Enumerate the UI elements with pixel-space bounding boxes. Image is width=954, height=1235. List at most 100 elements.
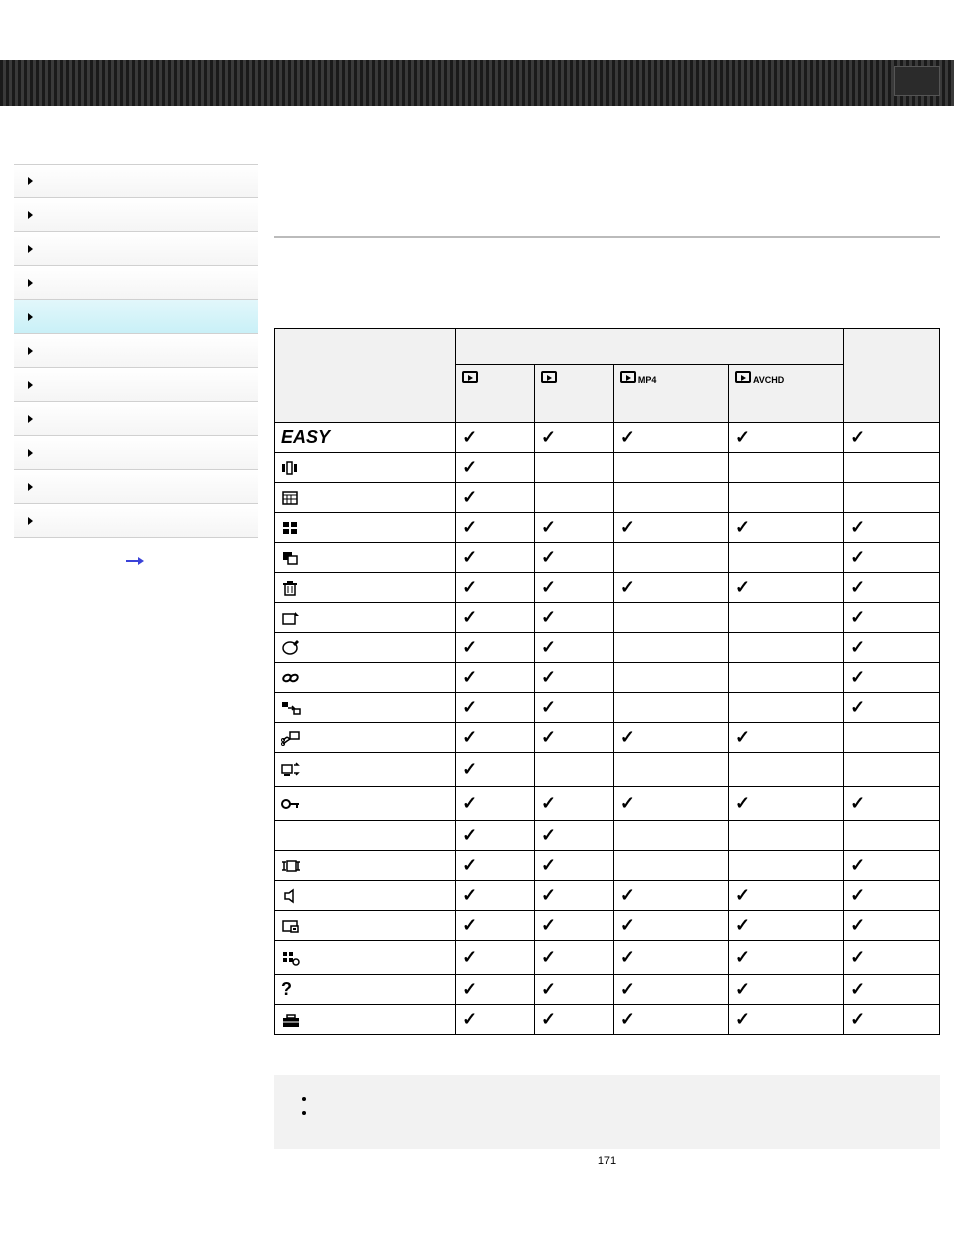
retouch-icon bbox=[281, 640, 301, 656]
trash-icon bbox=[281, 580, 301, 596]
check-icon: ✓ bbox=[541, 979, 556, 999]
check-icon: ✓ bbox=[462, 697, 477, 717]
check-icon: ✓ bbox=[541, 1009, 556, 1029]
check-icon: ✓ bbox=[735, 885, 750, 905]
nav-item-2[interactable] bbox=[14, 232, 258, 266]
table-header-group bbox=[456, 329, 844, 365]
nav-item-0[interactable] bbox=[14, 164, 258, 198]
check-cell: ✓ bbox=[844, 633, 940, 663]
next-page-link[interactable] bbox=[14, 560, 258, 562]
check-icon: ✓ bbox=[462, 517, 477, 537]
check-icon: ✓ bbox=[462, 855, 477, 875]
check-cell: ✓ bbox=[613, 881, 728, 911]
check-icon: ✓ bbox=[541, 427, 556, 447]
check-cell bbox=[728, 821, 843, 851]
header-button[interactable] bbox=[894, 66, 940, 96]
row-label-cell bbox=[275, 787, 456, 821]
video-divide-icon bbox=[281, 730, 301, 746]
check-cell: ✓ bbox=[456, 483, 535, 513]
chevron-right-icon bbox=[28, 211, 33, 219]
check-cell: ✓ bbox=[535, 941, 614, 975]
check-icon: ✓ bbox=[541, 855, 556, 875]
check-icon: ✓ bbox=[850, 697, 865, 717]
check-cell bbox=[728, 693, 843, 723]
check-icon: ✓ bbox=[541, 885, 556, 905]
slideshow-icon bbox=[281, 858, 301, 874]
play-mode-icon bbox=[462, 371, 480, 383]
check-icon: ✓ bbox=[735, 979, 750, 999]
check-cell: ✓ bbox=[456, 723, 535, 753]
check-cell: ✓ bbox=[728, 975, 843, 1005]
check-icon: ✓ bbox=[850, 577, 865, 597]
table-row: EASY✓✓✓✓✓ bbox=[275, 423, 940, 453]
check-cell: ✓ bbox=[456, 753, 535, 787]
table-row: ✓✓✓✓✓ bbox=[275, 881, 940, 911]
note-item bbox=[316, 1105, 916, 1119]
chevron-right-icon bbox=[28, 517, 33, 525]
check-icon: ✓ bbox=[735, 517, 750, 537]
check-cell bbox=[613, 693, 728, 723]
check-icon: ✓ bbox=[541, 825, 556, 845]
check-cell bbox=[728, 603, 843, 633]
table-row: ✓✓✓✓✓ bbox=[275, 513, 940, 543]
play-mode-icon: MP4 bbox=[620, 371, 657, 385]
check-icon: ✓ bbox=[462, 637, 477, 657]
check-cell: ✓ bbox=[613, 975, 728, 1005]
check-cell: ✓ bbox=[535, 975, 614, 1005]
play-mode-icon: AVCHD bbox=[735, 371, 784, 385]
check-cell: ✓ bbox=[535, 663, 614, 693]
check-icon: ✓ bbox=[620, 979, 635, 999]
check-cell: ✓ bbox=[728, 787, 843, 821]
check-cell bbox=[613, 483, 728, 513]
check-icon: ✓ bbox=[462, 793, 477, 813]
check-icon: ✓ bbox=[735, 1009, 750, 1029]
check-cell: ✓ bbox=[456, 821, 535, 851]
check-icon: ✓ bbox=[850, 517, 865, 537]
table-row: ✓ bbox=[275, 483, 940, 513]
table-row: ✓ bbox=[275, 453, 940, 483]
check-cell: ✓ bbox=[613, 911, 728, 941]
print-order-icon bbox=[281, 918, 301, 934]
check-cell bbox=[728, 633, 843, 663]
check-cell bbox=[844, 753, 940, 787]
check-cell: ✓ bbox=[535, 723, 614, 753]
nav-item-4[interactable] bbox=[14, 300, 258, 334]
check-cell bbox=[844, 453, 940, 483]
check-icon: ✓ bbox=[620, 947, 635, 967]
chevron-right-icon bbox=[28, 415, 33, 423]
row-label-cell: EASY bbox=[275, 423, 456, 453]
nav-item-1[interactable] bbox=[14, 198, 258, 232]
check-icon: ✓ bbox=[850, 979, 865, 999]
nav-item-3[interactable] bbox=[14, 266, 258, 300]
check-cell: ✓ bbox=[844, 693, 940, 723]
check-icon: ✓ bbox=[735, 947, 750, 967]
check-icon: ✓ bbox=[541, 793, 556, 813]
check-cell bbox=[535, 483, 614, 513]
nav-item-9[interactable] bbox=[14, 470, 258, 504]
check-icon: ✓ bbox=[462, 667, 477, 687]
check-icon: ✓ bbox=[541, 607, 556, 627]
check-cell: ✓ bbox=[456, 975, 535, 1005]
check-cell: ✓ bbox=[844, 423, 940, 453]
check-cell: ✓ bbox=[456, 941, 535, 975]
nav-item-8[interactable] bbox=[14, 436, 258, 470]
check-icon: ✓ bbox=[462, 457, 477, 477]
check-cell: ✓ bbox=[456, 573, 535, 603]
chevron-right-icon bbox=[28, 245, 33, 253]
check-icon: ✓ bbox=[735, 727, 750, 747]
nav-item-6[interactable] bbox=[14, 368, 258, 402]
check-cell: ✓ bbox=[535, 633, 614, 663]
check-icon: ✓ bbox=[735, 915, 750, 935]
check-icon: ✓ bbox=[850, 793, 865, 813]
nav-item-10[interactable] bbox=[14, 504, 258, 538]
chevron-right-icon bbox=[28, 313, 33, 321]
nav-item-7[interactable] bbox=[14, 402, 258, 436]
row-label-cell bbox=[275, 881, 456, 911]
copy-overlay-icon bbox=[281, 550, 301, 566]
chevron-right-icon bbox=[28, 449, 33, 457]
calendar-icon bbox=[281, 490, 301, 506]
row-label-cell bbox=[275, 911, 456, 941]
check-icon: ✓ bbox=[462, 427, 477, 447]
nav-item-5[interactable] bbox=[14, 334, 258, 368]
check-cell: ✓ bbox=[844, 573, 940, 603]
